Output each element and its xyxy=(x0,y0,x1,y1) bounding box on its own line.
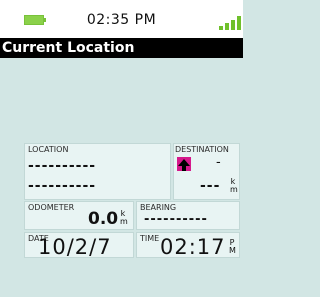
odometer-unit-bottom: m xyxy=(120,217,128,226)
destination-direction: - xyxy=(216,155,221,170)
time-label: TIME xyxy=(140,234,160,243)
time-unit-bottom: M xyxy=(229,246,236,255)
page-title: Current Location xyxy=(2,40,135,56)
destination-unit-bottom: m xyxy=(230,185,238,194)
direction-arrow-icon xyxy=(177,157,191,171)
location-label: LOCATION xyxy=(28,145,69,154)
destination-distance: --- xyxy=(200,178,221,194)
signal-strength-icon xyxy=(219,16,241,30)
map-area[interactable] xyxy=(0,58,243,142)
status-time: 02:35 PM xyxy=(86,12,157,28)
odometer-value: 0.0 xyxy=(88,209,119,229)
bearing-label: BEARING xyxy=(140,203,177,212)
bearing-value: ---------- xyxy=(144,212,208,227)
odometer-label: ODOMETER xyxy=(28,203,75,212)
time-value: 02:17 xyxy=(160,235,226,259)
destination-label: DESTINATION xyxy=(175,145,229,154)
location-line-2: ---------- xyxy=(28,178,97,194)
date-value: 10/2/7 xyxy=(38,235,112,259)
location-line-1: ---------- xyxy=(28,158,97,174)
bottom-area xyxy=(0,258,243,297)
